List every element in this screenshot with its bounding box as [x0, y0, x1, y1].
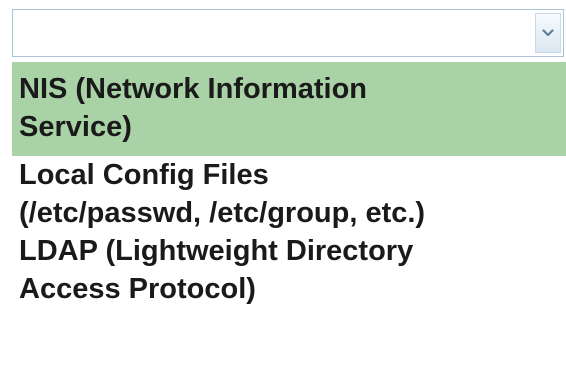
- dropdown-toggle-button[interactable]: [535, 13, 561, 53]
- dropdown-option-local-config-files[interactable]: Local Config Files (/etc/passwd, /etc/gr…: [12, 156, 566, 232]
- option-label-line: (/etc/passwd, /etc/group, etc.): [19, 197, 426, 229]
- option-label-line: NIS (Network Information: [19, 73, 368, 105]
- dropdown-select[interactable]: [12, 9, 564, 57]
- option-label-line: Local Config Files: [19, 159, 269, 191]
- option-label-line: LDAP (Lightweight Directory: [19, 235, 414, 267]
- dropdown-option-nis[interactable]: NIS (Network Information Service): [12, 62, 566, 156]
- option-label-line: Access Protocol): [19, 273, 256, 305]
- chevron-down-icon: [542, 29, 554, 37]
- option-label-line: Service): [19, 111, 132, 143]
- dropdown-option-ldap[interactable]: LDAP (Lightweight Directory Access Proto…: [12, 232, 566, 308]
- dropdown-option-list: NIS (Network Information Service) Local …: [12, 62, 566, 308]
